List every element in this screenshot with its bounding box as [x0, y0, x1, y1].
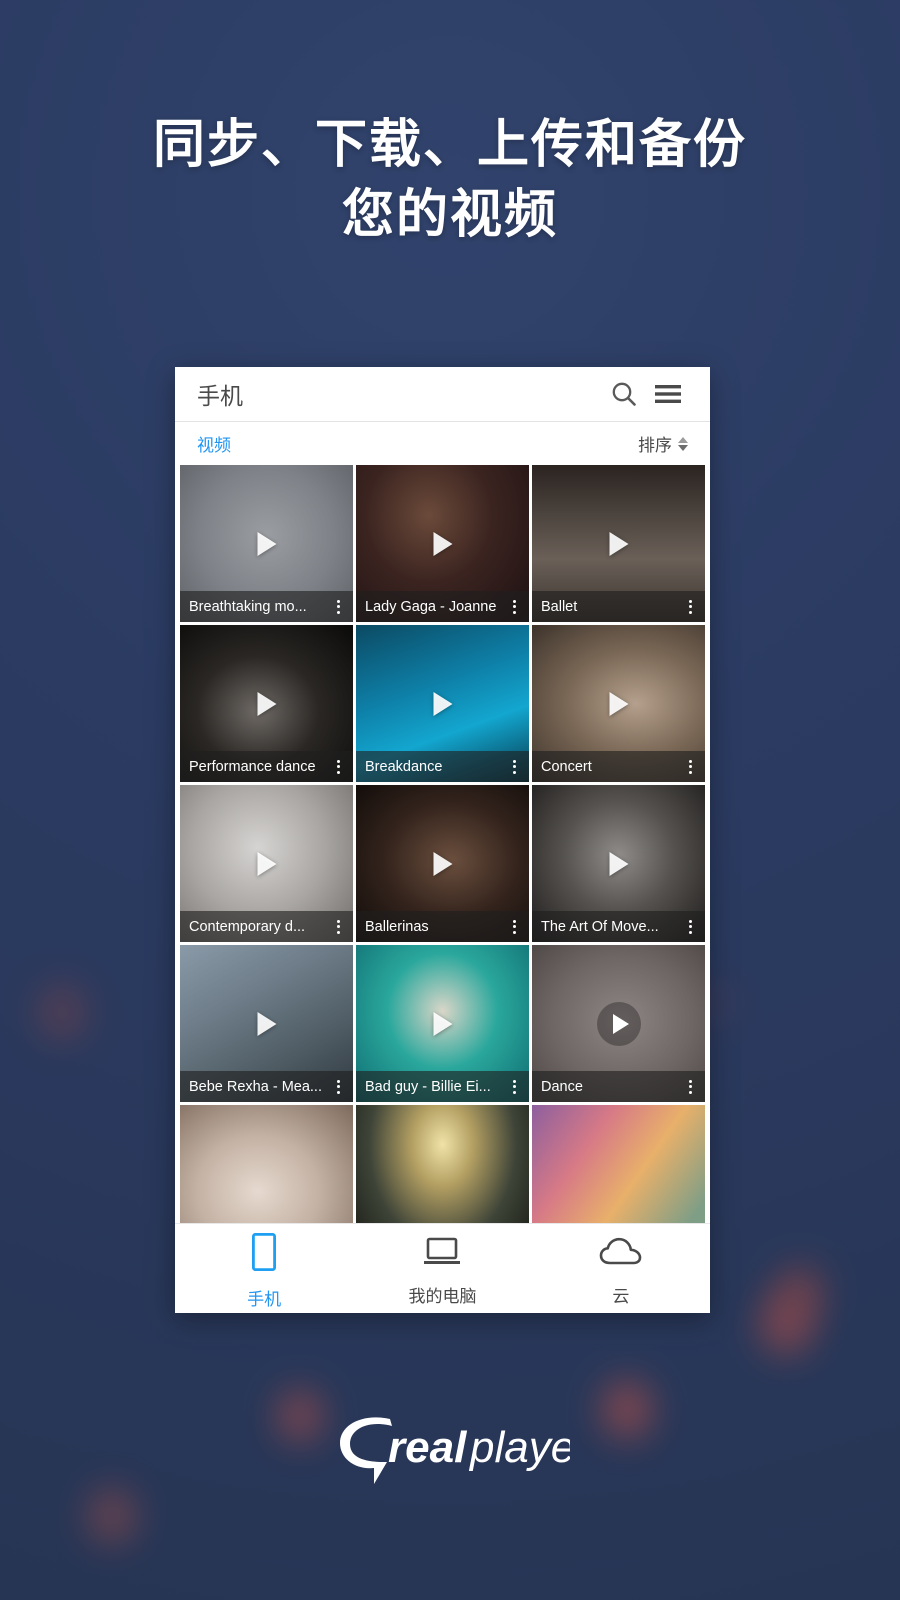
- thumbnail-title: Lady Gaga - Joanne: [365, 598, 497, 615]
- video-thumbnail[interactable]: Dance: [532, 945, 705, 1102]
- thumbnail-image: [532, 1105, 705, 1223]
- video-thumbnail[interactable]: Breathtaking mo...: [180, 465, 353, 622]
- play-icon[interactable]: [433, 851, 452, 876]
- cloud-icon: [599, 1236, 643, 1273]
- background-glow-blob: [88, 1488, 136, 1545]
- kebab-menu-icon[interactable]: [683, 919, 697, 934]
- video-thumbnail[interactable]: Lady Gaga - Joanne: [356, 465, 529, 622]
- hamburger-menu-icon[interactable]: [648, 374, 688, 414]
- video-thumbnail[interactable]: [180, 1105, 353, 1223]
- play-icon[interactable]: [609, 531, 628, 556]
- video-thumbnail[interactable]: Contemporary d...: [180, 785, 353, 942]
- realplayer-logomark: real player: [340, 1417, 570, 1484]
- nav-item-cloud[interactable]: 云: [532, 1230, 710, 1313]
- headline-line-1: 同步、下载、上传和备份: [152, 116, 747, 174]
- video-thumbnail[interactable]: Performance dance: [180, 625, 353, 782]
- realplayer-logo: real player: [0, 1410, 900, 1488]
- nav-label-my-computer: 我的电脑: [408, 1287, 477, 1306]
- kebab-menu-icon[interactable]: [331, 599, 345, 614]
- app-bar: 手机: [175, 367, 710, 422]
- logo-text-real: real: [388, 1423, 467, 1472]
- play-icon[interactable]: [257, 531, 276, 556]
- thumbnail-title: The Art Of Move...: [541, 918, 659, 935]
- headline-line-2: 您的视频: [341, 186, 558, 245]
- sort-arrow-down: [678, 444, 688, 451]
- play-icon[interactable]: [257, 851, 276, 876]
- thumbnail-label-bar: Contemporary d...: [180, 911, 353, 942]
- search-icon[interactable]: [604, 374, 644, 414]
- phone-screenshot-frame: 手机 视频 排序 Breathtaking mo... Lady Gaga - …: [175, 367, 710, 1313]
- thumbnail-title: Ballerinas: [365, 918, 429, 935]
- video-thumbnail[interactable]: [532, 1105, 705, 1223]
- kebab-menu-icon[interactable]: [507, 919, 521, 934]
- kebab-menu-icon[interactable]: [331, 919, 345, 934]
- thumbnail-image: [356, 1105, 529, 1223]
- video-grid[interactable]: Breathtaking mo... Lady Gaga - Joanne Ball…: [175, 465, 710, 1223]
- nav-item-phone[interactable]: 手机: [175, 1230, 353, 1313]
- thumbnail-label-bar: Dance: [532, 1071, 705, 1102]
- thumbnail-image: [180, 1105, 353, 1223]
- nav-item-my-computer[interactable]: 我的电脑: [353, 1230, 531, 1313]
- kebab-menu-icon[interactable]: [507, 599, 521, 614]
- play-icon[interactable]: [257, 1011, 276, 1036]
- kebab-menu-icon[interactable]: [683, 759, 697, 774]
- thumbnail-label-bar: Ballerinas: [356, 911, 529, 942]
- thumbnail-title: Breathtaking mo...: [189, 598, 307, 615]
- thumbnail-label-bar: Bebe Rexha - Mea...: [180, 1071, 353, 1102]
- thumbnail-label-bar: Performance dance: [180, 751, 353, 782]
- laptop-icon: [422, 1236, 462, 1273]
- tab-videos[interactable]: 视频: [197, 431, 231, 456]
- thumbnail-label-bar: Breakdance: [356, 751, 529, 782]
- video-thumbnail[interactable]: Ballerinas: [356, 785, 529, 942]
- kebab-menu-icon[interactable]: [683, 1079, 697, 1094]
- thumbnail-title: Ballet: [541, 598, 578, 615]
- background-glow-blob: [36, 982, 88, 1044]
- background-glow-blob: [776, 1264, 824, 1321]
- video-thumbnail[interactable]: Ballet: [532, 465, 705, 622]
- play-icon[interactable]: [596, 1001, 641, 1046]
- video-thumbnail[interactable]: Bad guy - Billie Ei...: [356, 945, 529, 1102]
- thumbnail-title: Breakdance: [365, 758, 443, 775]
- kebab-menu-icon[interactable]: [683, 599, 697, 614]
- bottom-navigation: 手机 我的电脑 云: [175, 1223, 710, 1313]
- tab-sort-row: 视频 排序: [175, 422, 710, 465]
- sort-arrow-up: [678, 436, 688, 443]
- nav-label-cloud: 云: [612, 1287, 630, 1306]
- thumbnail-label-bar: Breathtaking mo...: [180, 591, 353, 622]
- page-title: 同步、下载、上传和备份 您的视频: [0, 110, 900, 250]
- sort-button[interactable]: 排序: [638, 431, 688, 456]
- video-thumbnail[interactable]: The Art Of Move...: [532, 785, 705, 942]
- kebab-menu-icon[interactable]: [507, 1079, 521, 1094]
- video-thumbnail[interactable]: Concert: [532, 625, 705, 782]
- play-icon[interactable]: [433, 1011, 452, 1036]
- thumbnail-title: Bebe Rexha - Mea...: [189, 1078, 322, 1095]
- thumbnail-title: Concert: [541, 758, 592, 775]
- thumbnail-label-bar: Concert: [532, 751, 705, 782]
- logo-text-player: player: [468, 1423, 570, 1472]
- play-icon[interactable]: [609, 691, 628, 716]
- play-icon[interactable]: [433, 691, 452, 716]
- kebab-menu-icon[interactable]: [331, 1079, 345, 1094]
- thumbnail-label-bar: The Art Of Move...: [532, 911, 705, 942]
- kebab-menu-icon[interactable]: [331, 759, 345, 774]
- play-icon[interactable]: [609, 851, 628, 876]
- sort-label: 排序: [638, 436, 672, 455]
- sort-updown-icon: [678, 436, 688, 451]
- play-icon[interactable]: [257, 691, 276, 716]
- kebab-menu-icon[interactable]: [507, 759, 521, 774]
- thumbnail-title: Contemporary d...: [189, 918, 306, 935]
- phone-icon: [252, 1232, 277, 1276]
- thumbnail-title: Performance dance: [189, 758, 316, 775]
- nav-label-phone: 手机: [247, 1290, 282, 1309]
- thumbnail-title: Bad guy - Billie Ei...: [365, 1078, 491, 1095]
- thumbnail-label-bar: Ballet: [532, 591, 705, 622]
- video-thumbnail[interactable]: Breakdance: [356, 625, 529, 782]
- video-thumbnail[interactable]: Bebe Rexha - Mea...: [180, 945, 353, 1102]
- thumbnail-label-bar: Lady Gaga - Joanne: [356, 591, 529, 622]
- play-icon[interactable]: [433, 531, 452, 556]
- app-bar-title: 手机: [197, 383, 243, 409]
- video-thumbnail[interactable]: [356, 1105, 529, 1223]
- thumbnail-label-bar: Bad guy - Billie Ei...: [356, 1071, 529, 1102]
- thumbnail-title: Dance: [541, 1078, 583, 1095]
